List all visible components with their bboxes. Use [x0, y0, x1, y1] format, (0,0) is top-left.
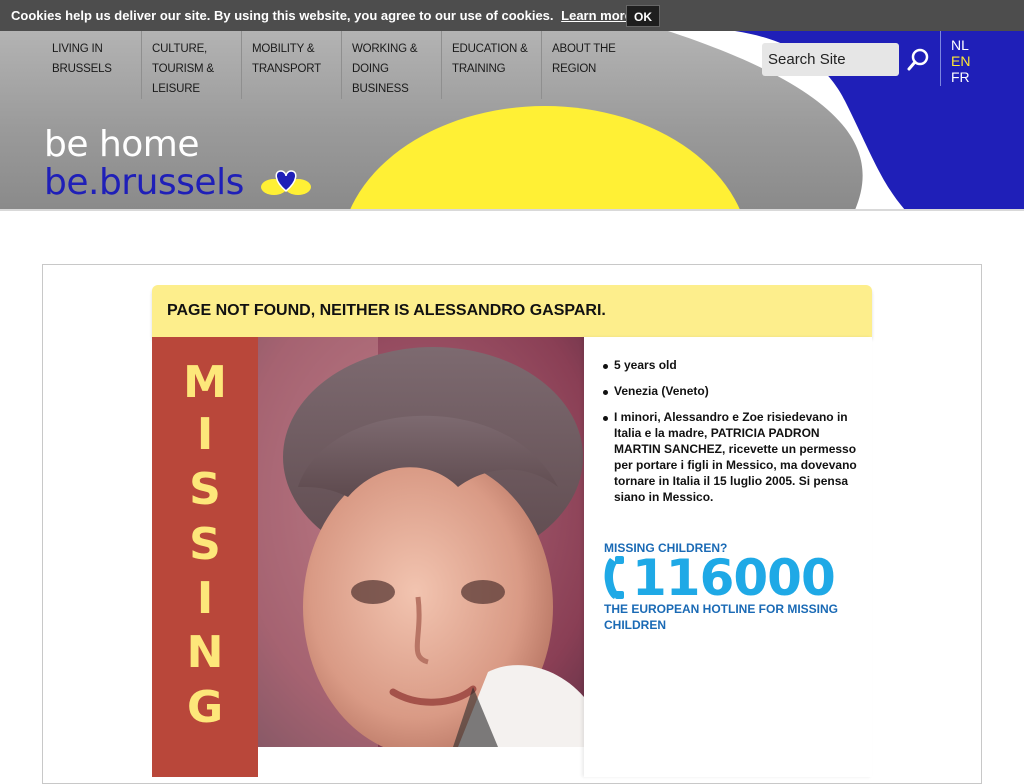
hotline-number: 116000 — [632, 549, 836, 607]
cookie-message: Cookies help us deliver our site. By usi… — [11, 8, 632, 23]
child-photo — [258, 337, 584, 747]
language-divider — [940, 31, 941, 86]
missing-letter: M — [183, 357, 227, 408]
phone-icon — [604, 556, 624, 599]
language-fr[interactable]: FR — [951, 69, 970, 85]
nav-item-mobility-transport[interactable]: MOBILITY & TRANSPORT — [242, 31, 342, 99]
page-title: PAGE NOT FOUND, NEITHER IS ALESSANDRO GA… — [167, 302, 606, 319]
child-age: 5 years old — [602, 357, 864, 373]
hotline-subtitle: THE EUROPEAN HOTLINE FOR MISSING CHILDRE… — [604, 602, 839, 632]
cookie-ok-button[interactable]: OK — [626, 5, 660, 27]
missing-letter: G — [186, 682, 224, 733]
nav-item-about-region[interactable]: ABOUT THE REGION — [542, 31, 642, 99]
nav-item-culture-tourism-leisure[interactable]: CULTURE, TOURISM & LEISURE — [142, 31, 242, 99]
nav-item-living-in-brussels[interactable]: LIVING IN BRUSSELS — [42, 31, 142, 99]
cookie-bar: Cookies help us deliver our site. By usi… — [0, 0, 1024, 31]
main-navigation: LIVING IN BRUSSELS CULTURE, TOURISM & LE… — [42, 31, 642, 99]
heart-icon — [261, 170, 311, 195]
missing-letter: N — [186, 627, 224, 678]
language-nl[interactable]: NL — [951, 37, 969, 53]
site-logo[interactable]: be home be.brussels — [44, 124, 311, 203]
cookie-text: Cookies help us deliver our site. By usi… — [11, 8, 554, 23]
not-found-banner: PAGE NOT FOUND, NEITHER IS ALESSANDRO GA… — [152, 285, 872, 337]
child-description: I minori, Alessandro e Zoe risiedevano i… — [602, 409, 864, 505]
missing-letter: I — [196, 573, 214, 624]
search-icon[interactable] — [905, 47, 931, 73]
missing-strip: M I S S I N G — [152, 337, 258, 777]
missing-letter: I — [196, 409, 214, 460]
header-divider — [0, 209, 1024, 211]
logo-line-1: be home — [44, 124, 200, 165]
language-en[interactable]: EN — [951, 53, 970, 69]
hotline-number-row[interactable]: 116000 — [604, 549, 836, 607]
missing-letter: S — [189, 519, 221, 570]
child-details: 5 years old Venezia (Veneto) I minori, A… — [602, 357, 864, 515]
nav-item-working-business[interactable]: WORKING & DOING BUSINESS — [342, 31, 442, 99]
info-panel: 5 years old Venezia (Veneto) I minori, A… — [584, 337, 872, 777]
learn-more-link[interactable]: Learn more — [561, 8, 632, 23]
child-location: Venezia (Veneto) — [602, 383, 864, 399]
search-input[interactable] — [762, 43, 899, 76]
nav-item-education-training[interactable]: EDUCATION & TRAINING — [442, 31, 542, 99]
missing-letter: S — [189, 464, 221, 515]
logo-line-2: be.brussels — [44, 162, 244, 203]
site-header: LIVING IN BRUSSELS CULTURE, TOURISM & LE… — [0, 31, 1024, 210]
